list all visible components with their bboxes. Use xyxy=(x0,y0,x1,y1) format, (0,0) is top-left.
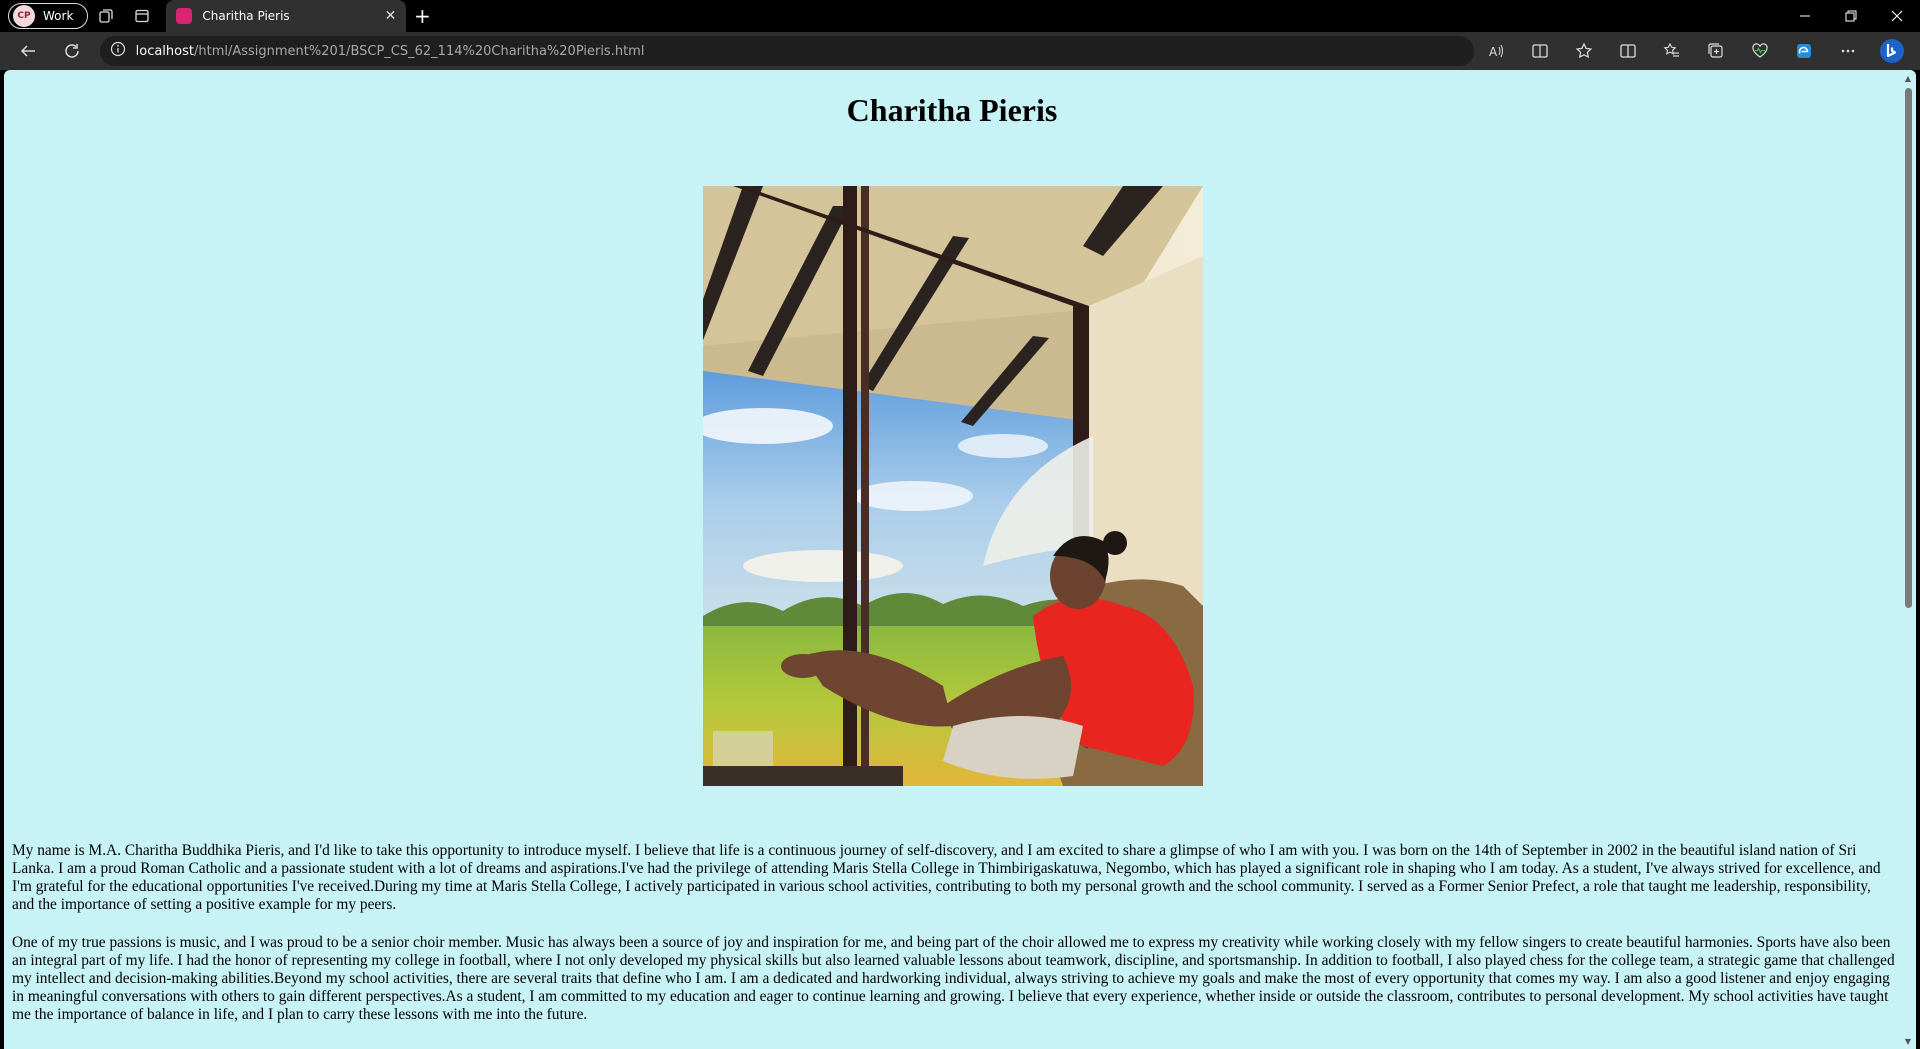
url-host: localhost xyxy=(135,43,194,59)
browser-toolbar: localhost/html/Assignment%201/BSCP_CS_62… xyxy=(0,32,1920,70)
copilot-icon[interactable] xyxy=(1870,32,1914,70)
new-tab-button[interactable]: + xyxy=(406,0,438,32)
browser-essentials-icon[interactable] xyxy=(1738,32,1782,70)
tab-actions-icon[interactable] xyxy=(124,0,160,32)
tab-charitha-pieris[interactable]: Charitha Pieris ✕ xyxy=(166,0,407,32)
profile-avatar: CP xyxy=(13,5,35,27)
minimize-button[interactable] xyxy=(1782,0,1828,32)
workspaces-icon[interactable] xyxy=(88,0,124,32)
url-path: /html/Assignment%201/BSCP_CS_62_114%20Ch… xyxy=(193,43,645,59)
window-controls xyxy=(1782,0,1920,32)
svg-text:A: A xyxy=(1489,45,1498,59)
immersive-reader-icon[interactable] xyxy=(1518,32,1562,70)
profile-name: Work xyxy=(43,9,74,23)
toolbar-actions: A xyxy=(1474,32,1920,70)
tab-favicon-icon xyxy=(176,8,193,24)
refresh-icon[interactable] xyxy=(50,32,94,70)
restore-button[interactable] xyxy=(1828,0,1874,32)
back-icon[interactable] xyxy=(6,32,50,70)
browser-title-bar: CP Work Charitha Pieris ✕ + xyxy=(0,0,1920,32)
more-icon[interactable] xyxy=(1826,32,1870,70)
edge-extension-icon[interactable] xyxy=(1782,32,1826,70)
profile-photo xyxy=(703,186,1203,786)
collections-icon[interactable] xyxy=(1694,32,1738,70)
address-bar[interactable]: localhost/html/Assignment%201/BSCP_CS_62… xyxy=(99,36,1474,66)
bio-paragraph-2: One of my true passions is music, and I … xyxy=(12,934,1895,1023)
split-screen-icon[interactable] xyxy=(1606,32,1650,70)
tab-title: Charitha Pieris xyxy=(202,9,290,23)
page-title: Charitha Pieris xyxy=(846,92,1058,128)
bio-paragraph-1: My name is M.A. Charitha Buddhika Pieris… xyxy=(12,842,1881,913)
favorite-star-icon[interactable] xyxy=(1562,32,1606,70)
read-aloud-icon[interactable]: A xyxy=(1474,32,1518,70)
page-scrollbar[interactable]: ▲ ▼ xyxy=(1900,70,1916,1049)
site-info-icon[interactable] xyxy=(110,41,126,61)
favorites-icon[interactable] xyxy=(1650,32,1694,70)
close-window-button[interactable] xyxy=(1874,0,1920,32)
scroll-up-icon[interactable]: ▲ xyxy=(1904,74,1912,83)
profile-button[interactable]: CP Work xyxy=(8,3,89,29)
scroll-thumb[interactable] xyxy=(1905,88,1912,608)
page-content: Charitha Pieris My name is M.A. Charitha… xyxy=(4,70,1900,1049)
tab-close-icon[interactable]: ✕ xyxy=(385,8,397,24)
page-viewport: Charitha Pieris My name is M.A. Charitha… xyxy=(4,70,1916,1049)
scroll-down-icon[interactable]: ▼ xyxy=(1904,1037,1912,1046)
